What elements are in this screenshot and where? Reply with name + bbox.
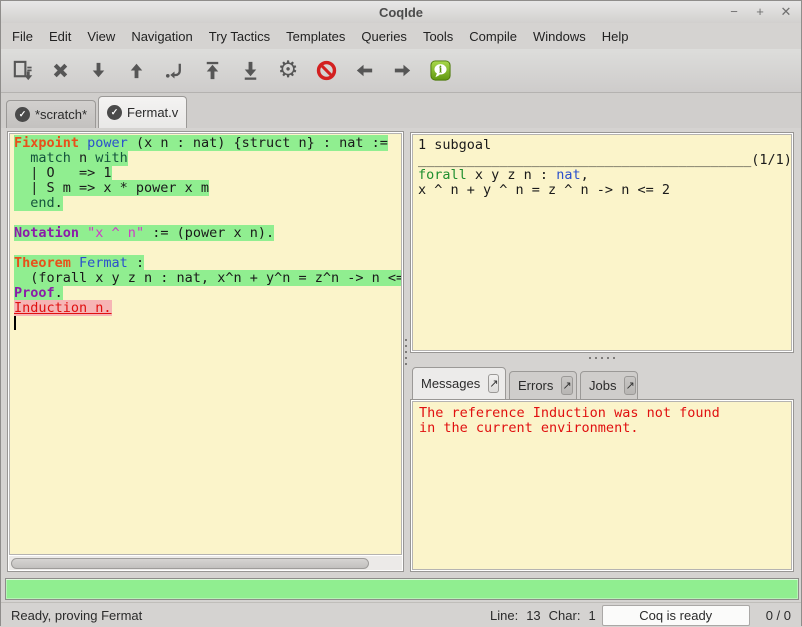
minimize-icon[interactable]: − [727,1,741,23]
tab-messages[interactable]: Messages ↗ [412,367,506,400]
code-line: Fixpoint power (x n : nat) {struct n} : … [14,136,401,151]
menu-edit[interactable]: Edit [41,25,79,48]
horizontal-scrollbar[interactable] [9,556,402,570]
goal-line: forall x y z n : nat, [418,168,791,183]
toolbar: ⚙i [1,49,801,93]
close-icon[interactable]: ✕ [779,1,793,23]
code-line: (forall x y z n : nat, x^n + y^n = z^n -… [14,271,401,286]
goal-line: 1 subgoal [418,138,791,153]
maximize-icon[interactable]: + [753,1,767,23]
tab-label: *scratch* [35,107,87,122]
code-line: match n with [14,151,401,166]
text-cursor [14,316,16,330]
tab-fermat-v[interactable]: ✓ Fermat.v [98,96,187,128]
code-line: Theorem Fermat : [14,256,401,271]
go-to-start-icon[interactable] [199,58,225,84]
vertical-splitter[interactable] [405,339,407,365]
editor-tabstrip: ✓ *scratch* ✓ Fermat.v [1,93,801,128]
menu-queries[interactable]: Queries [353,25,415,48]
window-controls: − + ✕ [727,1,793,23]
tab-label: Errors [518,378,553,393]
script-pane-frame: Fixpoint power (x n : nat) {struct n} : … [7,131,404,572]
code-line: Notation "x ^ n" := (power x n). [14,226,401,241]
tab-label: Jobs [589,378,616,393]
progress-bar [5,578,799,600]
messages-view[interactable]: The reference Induction was not foundin … [412,401,792,570]
about-icon[interactable]: i [427,58,453,84]
code-line [14,241,401,256]
coq-state-indicator: Coq is ready [602,605,750,626]
svg-text:i: i [438,65,442,76]
tab-jobs[interactable]: Jobs ↗ [580,371,638,400]
menu-tools[interactable]: Tools [415,25,461,48]
goals-view[interactable]: 1 subgoal_______________________________… [412,134,792,351]
tab-label: Fermat.v [127,105,178,120]
detach-jobs-icon[interactable]: ↗ [624,376,635,395]
menu-navigation[interactable]: Navigation [123,25,200,48]
menu-templates[interactable]: Templates [278,25,353,48]
window-title: CoqIde [379,5,423,20]
menu-help[interactable]: Help [594,25,637,48]
go-to-cursor-icon[interactable] [161,58,187,84]
messages-pane-frame: The reference Induction was not foundin … [410,399,794,572]
message-line: The reference Induction was not found [419,406,791,421]
statusbar: Ready, proving Fermat Line: 13 Char: 1 C… [1,602,801,627]
tab-errors[interactable]: Errors ↗ [509,371,577,400]
check-icon: ✓ [15,107,30,122]
interrupt-icon[interactable] [313,58,339,84]
menu-compile[interactable]: Compile [461,25,525,48]
detach-messages-icon[interactable]: ↗ [488,374,499,393]
message-line: in the current environment. [419,421,791,436]
menubar: FileEditViewNavigationTry TacticsTemplat… [1,23,801,49]
document-down-icon[interactable] [9,58,35,84]
back-icon[interactable] [351,58,377,84]
code-line: Induction n. [14,301,401,316]
goals-pane-frame: 1 subgoal_______________________________… [410,132,794,353]
code-line: Proof. [14,286,401,301]
horizontal-splitter[interactable] [589,357,615,359]
line-value: 13 [526,608,540,623]
line-label: Line: [490,608,518,623]
goal-line: ________________________________________… [418,153,791,168]
forward-icon[interactable] [389,58,415,84]
code-line: | S m => x * power x m [14,181,401,196]
code-line: | O => 1 [14,166,401,181]
code-line [14,211,401,226]
backward-one-icon[interactable] [123,58,149,84]
titlebar: CoqIde − + ✕ [1,1,801,23]
forward-one-icon[interactable] [85,58,111,84]
tab-scratch[interactable]: ✓ *scratch* [6,100,96,128]
menu-file[interactable]: File [4,25,41,48]
code-line [14,316,401,331]
code-line: end. [14,196,401,211]
tab-label: Messages [421,376,480,391]
status-text: Ready, proving Fermat [11,608,142,623]
close-icon[interactable] [47,58,73,84]
gear-icon[interactable]: ⚙ [275,58,301,84]
char-value: 1 [588,608,595,623]
check-icon: ✓ [107,105,122,120]
menu-try-tactics[interactable]: Try Tactics [201,25,278,48]
goal-line: x ^ n + y ^ n = z ^ n -> n <= 2 [418,183,791,198]
detach-errors-icon[interactable]: ↗ [561,376,572,395]
scrollbar-thumb[interactable] [11,558,369,569]
menu-view[interactable]: View [79,25,123,48]
script-editor[interactable]: Fixpoint power (x n : nat) {struct n} : … [9,133,402,555]
char-label: Char: [549,608,581,623]
go-to-end-icon[interactable] [237,58,263,84]
jobs-counter: 0 / 0 [766,608,791,623]
menu-windows[interactable]: Windows [525,25,594,48]
